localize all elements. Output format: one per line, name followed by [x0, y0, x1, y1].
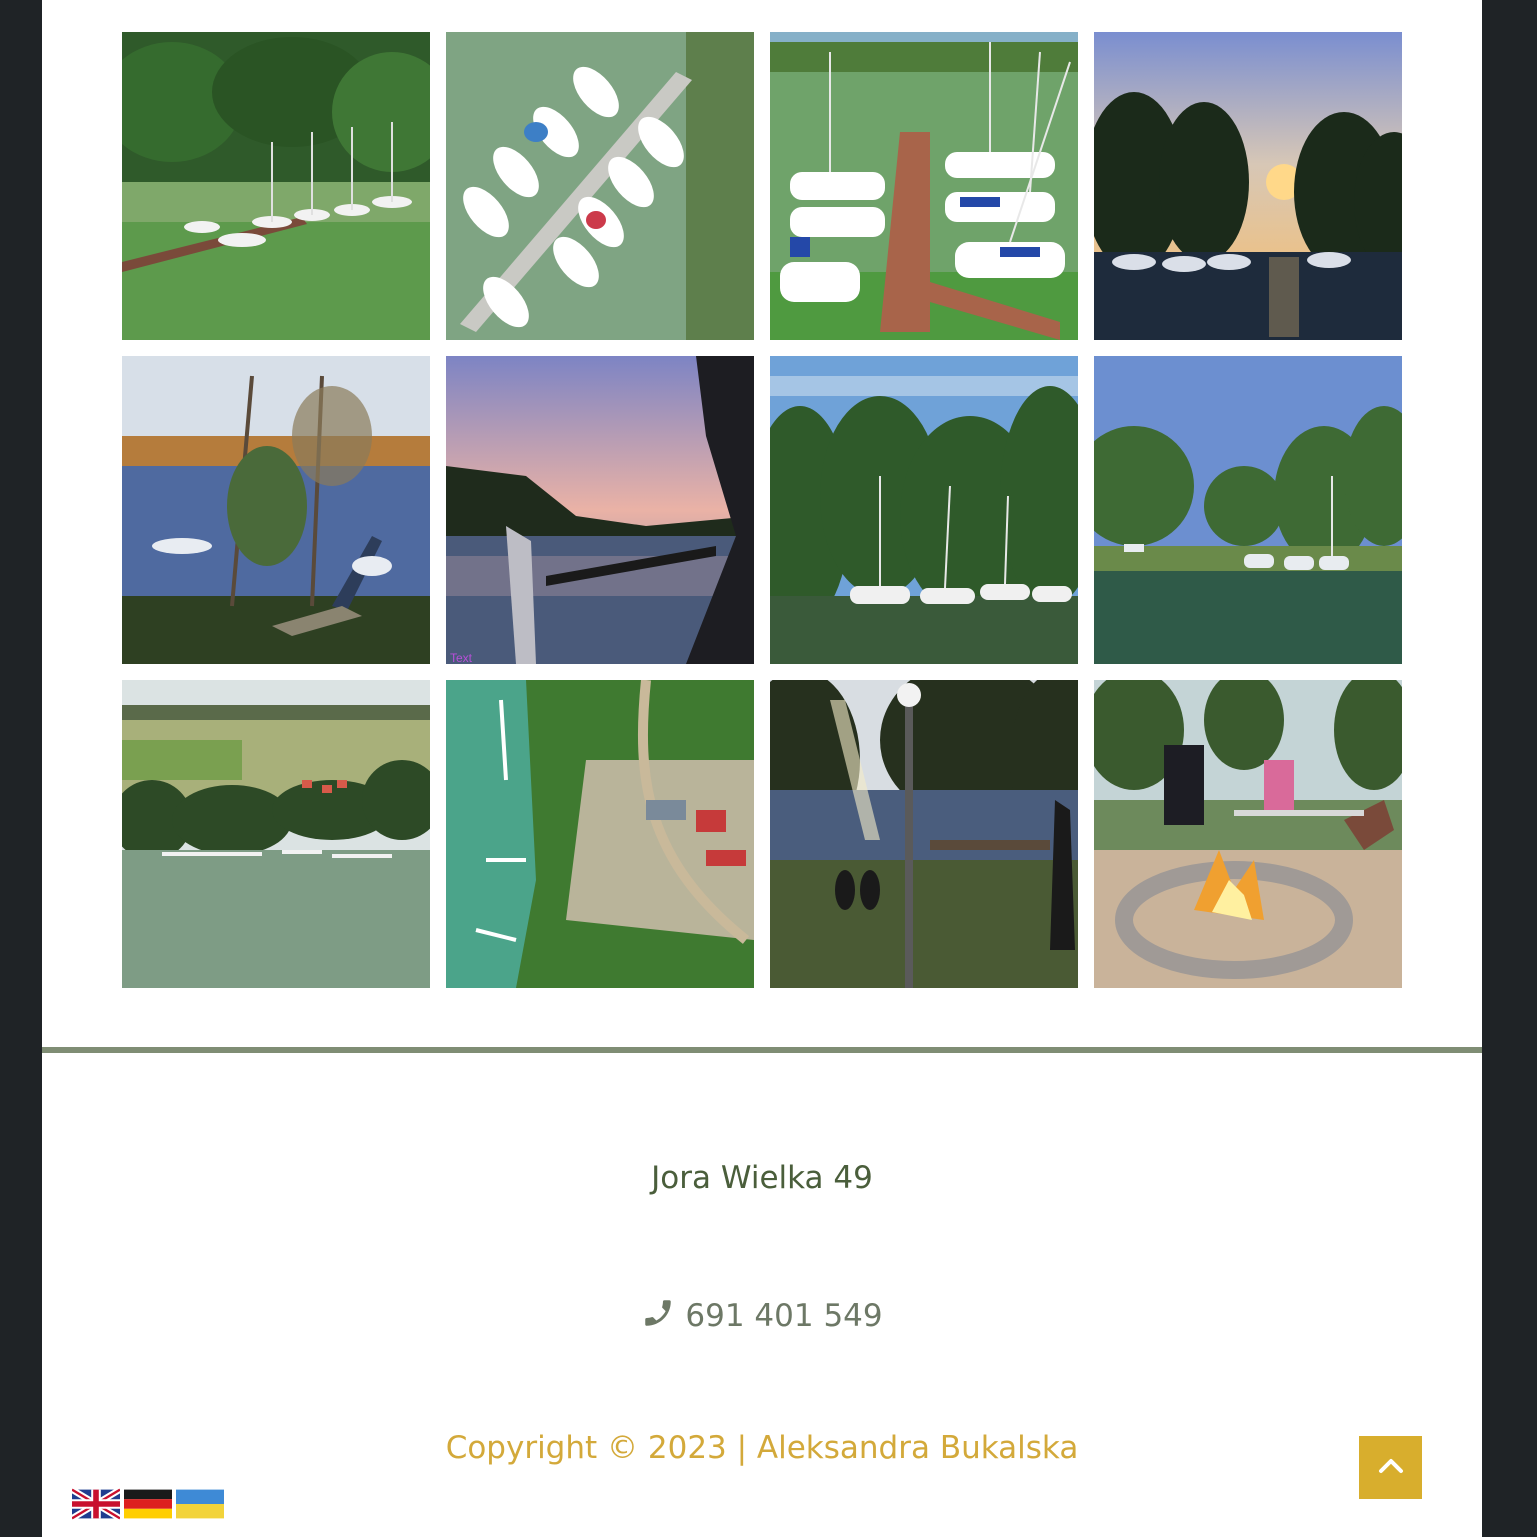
photo-image [122, 356, 430, 664]
gallery-photo-marina-pier[interactable] [122, 32, 430, 340]
phone-number: 691 401 549 [685, 1298, 883, 1334]
photo-image [1094, 356, 1402, 664]
chevron-up-icon [1375, 1450, 1407, 1485]
photo-image [446, 32, 754, 340]
gallery-photo-forest-harbor[interactable] [770, 356, 1078, 664]
gallery-photo-lakeside-path[interactable] [770, 680, 1078, 988]
photo-image: Text [446, 356, 754, 664]
gallery-photo-aerial-lake[interactable] [122, 680, 430, 988]
gallery-photo-aerial-shoreline[interactable] [446, 680, 754, 988]
photo-image [446, 680, 754, 988]
photo-image [770, 356, 1078, 664]
gallery-photo-wooden-pier[interactable] [770, 32, 1078, 340]
photo-image [770, 680, 1078, 988]
back-to-top-button[interactable] [1359, 1436, 1422, 1499]
footer-divider [42, 1047, 1482, 1053]
footer-phone[interactable]: 691 401 549 [42, 1296, 1482, 1338]
photo-image [122, 680, 430, 988]
phone-icon [641, 1296, 675, 1338]
gallery-photo-shore-boats[interactable] [1094, 356, 1402, 664]
photo-gallery: Text [122, 32, 1402, 988]
photo-watermark: Text [450, 651, 473, 664]
language-switcher [72, 1486, 224, 1522]
photo-image [770, 32, 1078, 340]
gallery-photo-boat-sunset[interactable]: Text [446, 356, 754, 664]
gallery-photo-lake-trees[interactable] [122, 356, 430, 664]
footer-copyright: Copyright © 2023 | Aleksandra Bukalska [445, 1430, 1079, 1466]
gallery-photo-campfire[interactable] [1094, 680, 1402, 988]
photo-image [122, 32, 430, 340]
photo-image [1094, 680, 1402, 988]
flag-german-icon[interactable] [124, 1486, 172, 1522]
gallery-photo-sunset-marina[interactable] [1094, 32, 1402, 340]
gallery-photo-aerial-dock[interactable] [446, 32, 754, 340]
footer-address: Jora Wielka 49 [651, 1160, 873, 1196]
photo-image [1094, 32, 1402, 340]
flag-english-icon[interactable] [72, 1486, 120, 1522]
page-content: Text Jora Wielka 49 691 401 549 Copyrigh… [42, 0, 1482, 1537]
flag-ukrainian-icon[interactable] [176, 1486, 224, 1522]
